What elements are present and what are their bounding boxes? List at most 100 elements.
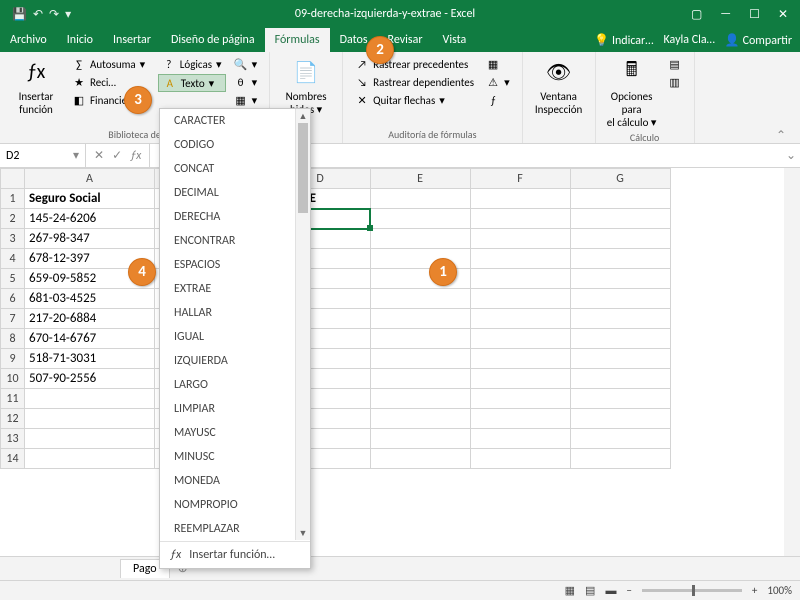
cell-A1[interactable]: Seguro Social — [25, 189, 155, 209]
zoom-in[interactable]: + — [752, 584, 757, 597]
cell-G14[interactable] — [570, 449, 670, 469]
redo-icon[interactable]: ↷ — [49, 7, 59, 22]
cell-E2[interactable] — [370, 209, 470, 229]
cell-G3[interactable] — [570, 229, 670, 249]
cell-G7[interactable] — [570, 309, 670, 329]
enter-icon[interactable]: ✓ — [112, 148, 122, 163]
cell-A12[interactable] — [25, 409, 155, 429]
menu-item-nompropio[interactable]: NOMPROPIO — [160, 493, 310, 517]
cell-F5[interactable] — [470, 269, 570, 289]
cell-F9[interactable] — [470, 349, 570, 369]
row-header[interactable]: 12 — [1, 409, 25, 429]
select-all-corner[interactable] — [1, 169, 25, 189]
cell-E14[interactable] — [370, 449, 470, 469]
row-header[interactable]: 5 — [1, 269, 25, 289]
user-name[interactable]: Kayla Cla… — [664, 33, 715, 47]
menu-item-moneda[interactable]: MONEDA — [160, 469, 310, 493]
col-header-G[interactable]: G — [570, 169, 670, 189]
menu-item-limpiar[interactable]: LIMPIAR — [160, 397, 310, 421]
row-header[interactable]: 4 — [1, 249, 25, 269]
lookup-button[interactable]: 🔍▾ — [230, 56, 262, 72]
math-button[interactable]: θ▾ — [230, 74, 262, 90]
menu-item-largo[interactable]: LARGO — [160, 373, 310, 397]
cell-A14[interactable] — [25, 449, 155, 469]
menu-item-extrae[interactable]: EXTRAE — [160, 277, 310, 301]
cell-E7[interactable] — [370, 309, 470, 329]
undo-icon[interactable]: ↶ — [33, 7, 43, 22]
cell-E10[interactable] — [370, 369, 470, 389]
cell-A13[interactable] — [25, 429, 155, 449]
row-header[interactable]: 6 — [1, 289, 25, 309]
zoom-out[interactable]: − — [626, 584, 631, 597]
cell-A8[interactable]: 670-14-6767 — [25, 329, 155, 349]
cell-G8[interactable] — [570, 329, 670, 349]
row-header[interactable]: 9 — [1, 349, 25, 369]
row-header[interactable]: 2 — [1, 209, 25, 229]
insert-function-button[interactable]: ƒx Insertar función — [8, 56, 64, 126]
row-header[interactable]: 7 — [1, 309, 25, 329]
cell-A9[interactable]: 518-71-3031 — [25, 349, 155, 369]
qat-dropdown-icon[interactable]: ▾ — [65, 7, 71, 22]
calc-sheet-button[interactable]: ▥ — [664, 74, 686, 90]
menu-item-hallar[interactable]: HALLAR — [160, 301, 310, 325]
row-header[interactable]: 1 — [1, 189, 25, 209]
dropdown-scrollbar[interactable]: ▲ ▼ — [295, 109, 310, 540]
col-header-E[interactable]: E — [370, 169, 470, 189]
cell-A7[interactable]: 217-20-6884 — [25, 309, 155, 329]
cell-G13[interactable] — [570, 429, 670, 449]
cell-E3[interactable] — [370, 229, 470, 249]
text-button[interactable]: ATexto ▾ — [158, 74, 226, 92]
cell-A11[interactable] — [25, 389, 155, 409]
calc-now-button[interactable]: ▤ — [664, 56, 686, 72]
cell-F13[interactable] — [470, 429, 570, 449]
cell-G10[interactable] — [570, 369, 670, 389]
fx-icon-small[interactable]: ƒx — [130, 149, 141, 163]
menu-item-izquierda[interactable]: IZQUIERDA — [160, 349, 310, 373]
tab-diseno[interactable]: Diseño de página — [161, 28, 265, 52]
calc-options-button[interactable]: 🖩 Opciones para el cálculo ▾ — [604, 56, 660, 129]
cell-G2[interactable] — [570, 209, 670, 229]
cancel-icon[interactable]: ✕ — [94, 148, 104, 163]
col-header-F[interactable]: F — [470, 169, 570, 189]
menu-item-mayusc[interactable]: MAYUSC — [160, 421, 310, 445]
more-button[interactable]: ▦▾ — [230, 92, 262, 108]
col-header-A[interactable]: A — [25, 169, 155, 189]
menu-item-minusc[interactable]: MINUSC — [160, 445, 310, 469]
cell-A10[interactable]: 507-90-2556 — [25, 369, 155, 389]
menu-item-encontrar[interactable]: ENCONTRAR — [160, 229, 310, 253]
logical-button[interactable]: ?Lógicas ▾ — [158, 56, 226, 72]
cell-F7[interactable] — [470, 309, 570, 329]
menu-item-reemplazar[interactable]: REEMPLAZAR — [160, 517, 310, 541]
tab-archivo[interactable]: Archivo — [0, 28, 57, 52]
cell-F6[interactable] — [470, 289, 570, 309]
cell-F3[interactable] — [470, 229, 570, 249]
error-check-button[interactable]: ⚠▾ — [482, 74, 514, 90]
cell-F11[interactable] — [470, 389, 570, 409]
row-header[interactable]: 13 — [1, 429, 25, 449]
vertical-scrollbar[interactable] — [784, 168, 800, 556]
row-header[interactable]: 11 — [1, 389, 25, 409]
cell-E12[interactable] — [370, 409, 470, 429]
cell-E11[interactable] — [370, 389, 470, 409]
zoom-slider[interactable] — [642, 589, 742, 592]
maximize-icon[interactable]: ☐ — [749, 7, 760, 22]
cell-E8[interactable] — [370, 329, 470, 349]
menu-item-derecha[interactable]: DERECHA — [160, 205, 310, 229]
cell-F14[interactable] — [470, 449, 570, 469]
cell-E1[interactable] — [370, 189, 470, 209]
menu-item-caracter[interactable]: CARACTER — [160, 109, 310, 133]
cell-F10[interactable] — [470, 369, 570, 389]
tell-me[interactable]: 💡 Indicar… — [594, 33, 653, 48]
cell-A3[interactable]: 267-98-347 — [25, 229, 155, 249]
cell-A6[interactable]: 681-03-4525 — [25, 289, 155, 309]
remove-arrows-button[interactable]: ✕Quitar flechas ▾ — [351, 92, 478, 108]
menu-item-concat[interactable]: CONCAT — [160, 157, 310, 181]
autosum-button[interactable]: ∑Autosuma ▾ — [68, 56, 154, 72]
row-header[interactable]: 10 — [1, 369, 25, 389]
zoom-level[interactable]: 100% — [767, 584, 792, 597]
tab-insertar[interactable]: Insertar — [103, 28, 161, 52]
ribbon-options-icon[interactable]: ▢ — [691, 7, 702, 22]
insert-function-footer[interactable]: ƒxInsertar función… — [160, 541, 310, 568]
minimize-icon[interactable]: — — [720, 7, 731, 22]
view-layout-icon[interactable]: ▤ — [585, 584, 595, 597]
